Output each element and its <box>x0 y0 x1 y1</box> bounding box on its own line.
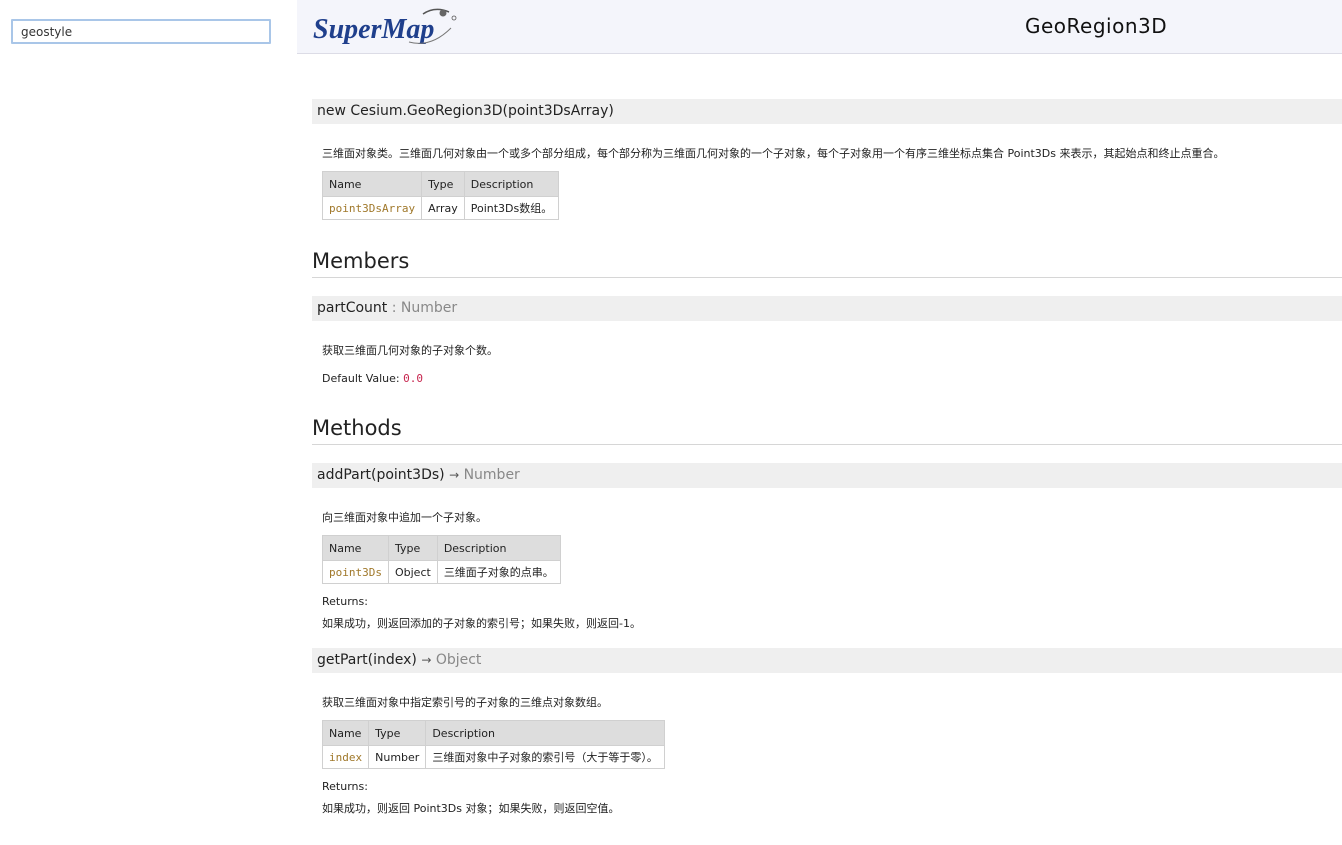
method-addpart-description: 向三维面对象中追加一个子对象。 <box>322 511 487 524</box>
table-header-type: Type <box>421 171 465 197</box>
returns-arrow-icon: → <box>421 653 432 667</box>
member-default-value: Default Value: 0.0 <box>322 372 423 385</box>
method-getpart-returns-text: 如果成功，则返回 Point3Ds 对象；如果失败，则返回空值。 <box>322 802 620 815</box>
members-heading: Members <box>312 247 1342 278</box>
member-partcount-description: 获取三维面几何对象的子对象个数。 <box>322 344 498 357</box>
method-getpart-description: 获取三维面对象中指定索引号的子对象的三维点对象数组。 <box>322 696 608 709</box>
table-header-name: Name <box>322 535 389 561</box>
table-header-description: Description <box>436 535 561 561</box>
default-value-label: Default Value: <box>322 372 404 385</box>
method-getpart-signature: getPart(index) → Object <box>312 648 1342 673</box>
table-row: index Number 三维面对象中子对象的索引号（大于等于零）。 <box>321 745 665 769</box>
table-row: point3Ds Object 三维面子对象的点串。 <box>322 560 561 584</box>
svg-text:SuperMap: SuperMap <box>313 14 434 45</box>
main-content: new Cesium.GeoRegion3D(point3DsArray) 三维… <box>312 53 1342 845</box>
method-addpart-returns-label: Returns: <box>322 595 368 608</box>
member-name: partCount <box>317 300 388 316</box>
param-type: Object <box>387 560 438 584</box>
method-addpart-signature: addPart(point3Ds) → Number <box>312 463 1342 488</box>
default-value-code: 0.0 <box>403 372 423 385</box>
table-row: point3DsArray Array Point3Ds数组。 <box>321 196 560 220</box>
table-header-description: Description <box>463 171 560 197</box>
member-type-separator: : <box>387 300 401 316</box>
constructor-signature: new Cesium.GeoRegion3D(point3DsArray) <box>312 99 1342 124</box>
sidebar <box>0 0 297 845</box>
constructor-signature-text: new Cesium.GeoRegion3D(point3DsArray) <box>317 103 614 119</box>
method-addpart-params-table: Name Type Description point3Ds Object 三维… <box>322 535 561 584</box>
method-getpart-params-table: Name Type Description index Number 三维面对象… <box>321 720 665 769</box>
method-return-type: Number <box>463 467 520 483</box>
method-addpart-returns-text: 如果成功，则返回添加的子对象的索引号；如果失败，则返回-1。 <box>322 617 641 630</box>
param-description: 三维面对象中子对象的索引号（大于等于零）。 <box>425 745 665 769</box>
page-title: GeoRegion3D <box>1025 14 1168 38</box>
table-header-type: Type <box>387 535 438 561</box>
table-header-row: Name Type Description <box>321 720 665 746</box>
param-type: Number <box>368 745 427 769</box>
method-signature-text: getPart(index) <box>317 652 417 668</box>
search-input[interactable] <box>11 19 271 44</box>
method-getpart-returns-label: Returns: <box>322 780 368 793</box>
param-name: point3DsArray <box>321 196 423 220</box>
table-header-row: Name Type Description <box>322 535 561 561</box>
param-name: point3Ds <box>322 560 389 584</box>
param-description: Point3Ds数组。 <box>463 196 560 220</box>
param-type: Array <box>421 196 465 220</box>
member-type: Number <box>400 300 458 316</box>
table-header-name: Name <box>321 720 370 746</box>
constructor-description: 三维面对象类。三维面几何对象由一个或多个部分组成，每个部分称为三维面几何对象的一… <box>322 147 1225 160</box>
member-partcount-signature: partCount : Number <box>312 296 1342 321</box>
returns-arrow-icon: → <box>449 468 460 482</box>
param-description: 三维面子对象的点串。 <box>436 560 561 584</box>
methods-heading: Methods <box>312 414 1342 445</box>
param-name: index <box>321 745 370 769</box>
header: SuperMap GeoRegion3D <box>297 0 1342 54</box>
constructor-params-table: Name Type Description point3DsArray Arra… <box>321 171 560 220</box>
method-signature-text: addPart(point3Ds) <box>317 467 445 483</box>
table-header-name: Name <box>321 171 423 197</box>
supermap-logo[interactable]: SuperMap <box>311 4 461 48</box>
method-return-type: Object <box>435 652 482 668</box>
table-header-type: Type <box>368 720 427 746</box>
table-header-row: Name Type Description <box>321 171 560 197</box>
table-header-description: Description <box>425 720 665 746</box>
